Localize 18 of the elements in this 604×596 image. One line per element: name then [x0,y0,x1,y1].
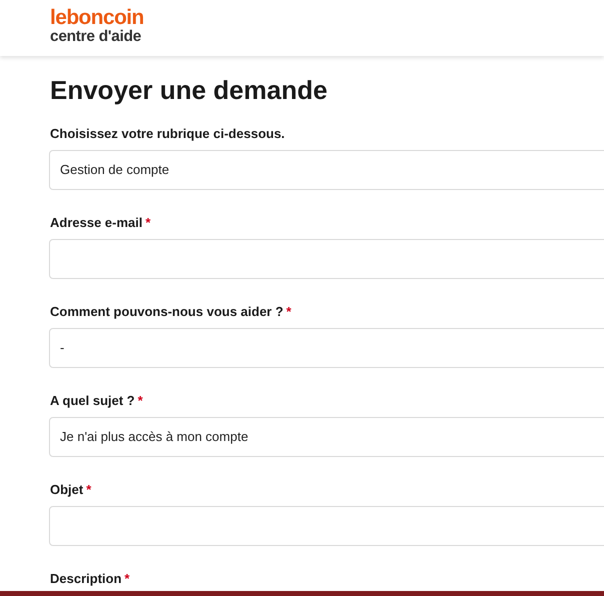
input-field[interactable] [49,506,604,546]
select-field[interactable]: Gestion de compte [49,150,604,190]
select-field[interactable]: Je n'ai plus accès à mon compte [49,417,604,457]
field-label: Objet [50,481,84,498]
field-label: A quel sujet ? [50,392,135,409]
required-mark: * [124,570,130,587]
required-mark: * [146,214,151,231]
help-center-subtitle: centre d'aide [50,28,142,46]
required-mark: * [138,392,143,409]
input-field[interactable] [49,239,604,279]
required-mark: * [86,481,92,498]
select-field[interactable]: - [49,328,604,368]
required-mark: * [286,303,292,320]
page-title: Envoyer une demande [50,74,328,107]
field-label: Comment pouvons-nous vous aider ? [50,303,284,320]
field-label: Adresse e-mail [50,214,142,231]
field-label: Choisissez votre rubrique ci-dessous. [50,125,285,142]
field-label: Description [50,570,122,587]
